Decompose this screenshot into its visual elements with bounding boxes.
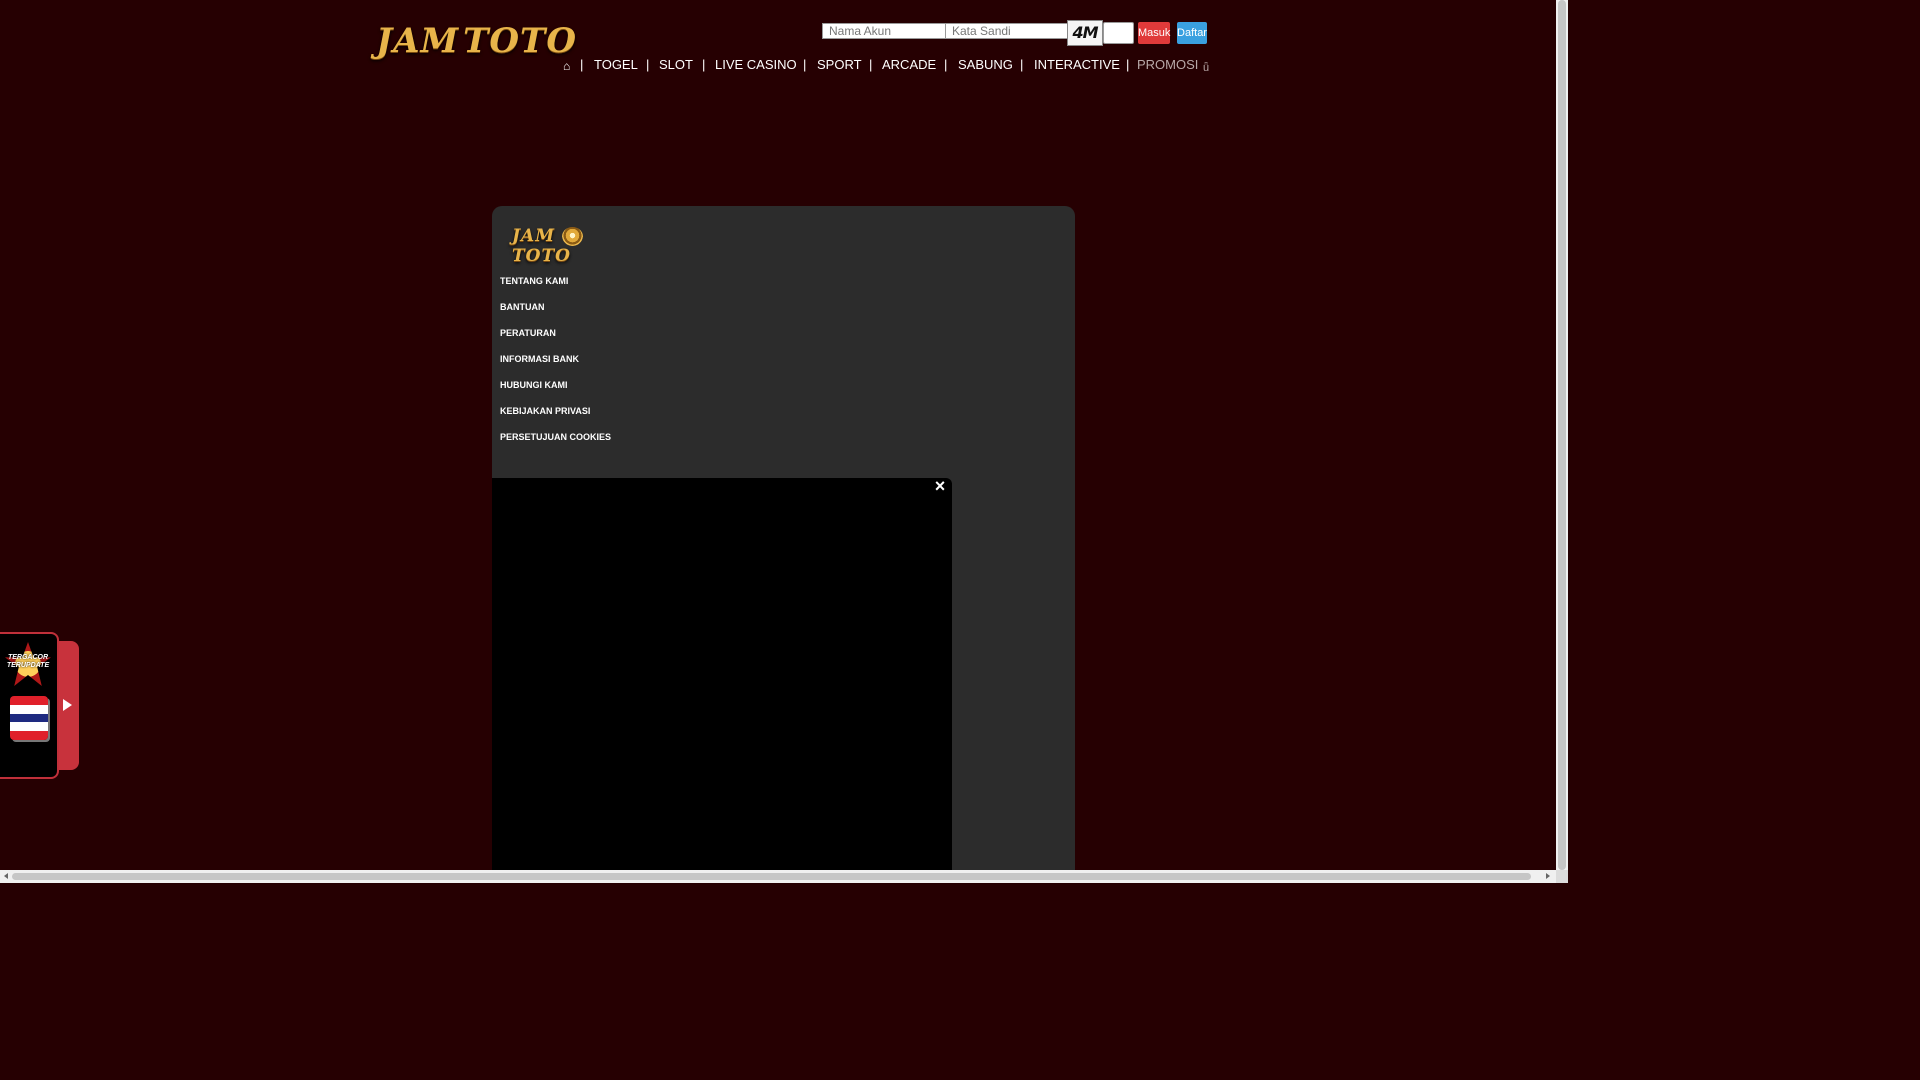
username-input[interactable] — [822, 23, 946, 39]
footer-link-peraturan[interactable]: PERATURAN — [500, 328, 556, 338]
nav-separator: | — [702, 57, 706, 72]
vertical-scrollbar[interactable] — [1556, 0, 1568, 883]
password-input[interactable] — [945, 23, 1068, 39]
captcha-image: 4M — [1067, 20, 1103, 46]
horizontal-scrollbar[interactable] — [0, 870, 1556, 883]
login-button[interactable]: Masuk — [1138, 22, 1170, 44]
nav-separator: | — [1126, 57, 1130, 72]
nav-separator: | — [944, 57, 948, 72]
nav-item-togel[interactable]: TOGEL — [594, 56, 638, 74]
footer-link-persetujuan-cookies[interactable]: PERSETUJUAN COOKIES — [500, 432, 611, 442]
home-icon[interactable]: ⌂ — [563, 57, 570, 75]
close-icon[interactable]: × — [932, 477, 948, 495]
footer-link-hubungi-kami[interactable]: HUBUNGI KAMI — [500, 380, 568, 390]
nav-separator: | — [803, 57, 807, 72]
nav-item-promosi[interactable]: PROMOSI — [1137, 56, 1198, 74]
nav-item-arcade[interactable]: ARCADE — [882, 56, 936, 74]
horizontal-scrollbar-thumb[interactable] — [12, 873, 1531, 880]
thailand-flag-icon[interactable] — [10, 696, 48, 740]
scroll-right-icon[interactable] — [1546, 873, 1550, 879]
nav-item-sabung[interactable]: SABUNG — [958, 56, 1013, 74]
footer-link-tentang-kami[interactable]: TENTANG KAMI — [500, 276, 568, 286]
footer-logo[interactable]: JAM TOTO — [512, 226, 612, 266]
badge-label: TERGACOR TERUPDATE — [6, 654, 50, 669]
footer-link-informasi-bank[interactable]: INFORMASI BANK — [500, 354, 579, 364]
nav-item-sport[interactable]: SPORT — [817, 56, 862, 74]
footer-logo-emblem-icon — [561, 227, 583, 247]
site-logo[interactable]: JAM TOTO — [376, 18, 576, 64]
footer-logo-text-left: JAM — [512, 226, 556, 246]
footer-logo-text-right: TOTO — [512, 246, 571, 267]
logo-text-right: TOTO — [463, 21, 577, 61]
side-promo-panel: TERGACOR TERUPDATE — [0, 632, 59, 779]
footer-link-bantuan[interactable]: BANTUAN — [500, 302, 545, 312]
logo-text-left: JAM — [376, 21, 460, 61]
vertical-scrollbar-thumb[interactable] — [1558, 0, 1566, 870]
register-button[interactable]: Daftar — [1177, 22, 1207, 44]
scrollbar-corner — [1556, 870, 1568, 883]
footer-panel: JAM TOTO TENTANG KAMI BANTUAN PERATURAN … — [492, 206, 1075, 883]
chevron-right-icon — [63, 699, 72, 711]
nav-separator: | — [580, 57, 584, 72]
nav-separator: | — [646, 57, 650, 72]
nav-item-slot[interactable]: SLOT — [659, 56, 693, 74]
scroll-left-icon[interactable] — [4, 873, 8, 879]
captcha-input[interactable] — [1103, 22, 1134, 44]
nav-separator: | — [1020, 57, 1024, 72]
video-popup[interactable] — [492, 478, 952, 883]
side-panel-toggle[interactable] — [59, 641, 79, 770]
nav-separator: | — [869, 57, 873, 72]
nav-item-interactive[interactable]: INTERACTIVE — [1034, 56, 1120, 74]
nav-item-live-casino[interactable]: LIVE CASINO — [715, 56, 797, 74]
gift-icon: ǖ — [1203, 62, 1210, 74]
site-header: JAM TOTO 4M Masuk Daftar ⌂ | TOGEL | SLO… — [0, 0, 1556, 90]
footer-link-kebijakan-privasi[interactable]: KEBIJAKAN PRIVASI — [500, 406, 590, 416]
